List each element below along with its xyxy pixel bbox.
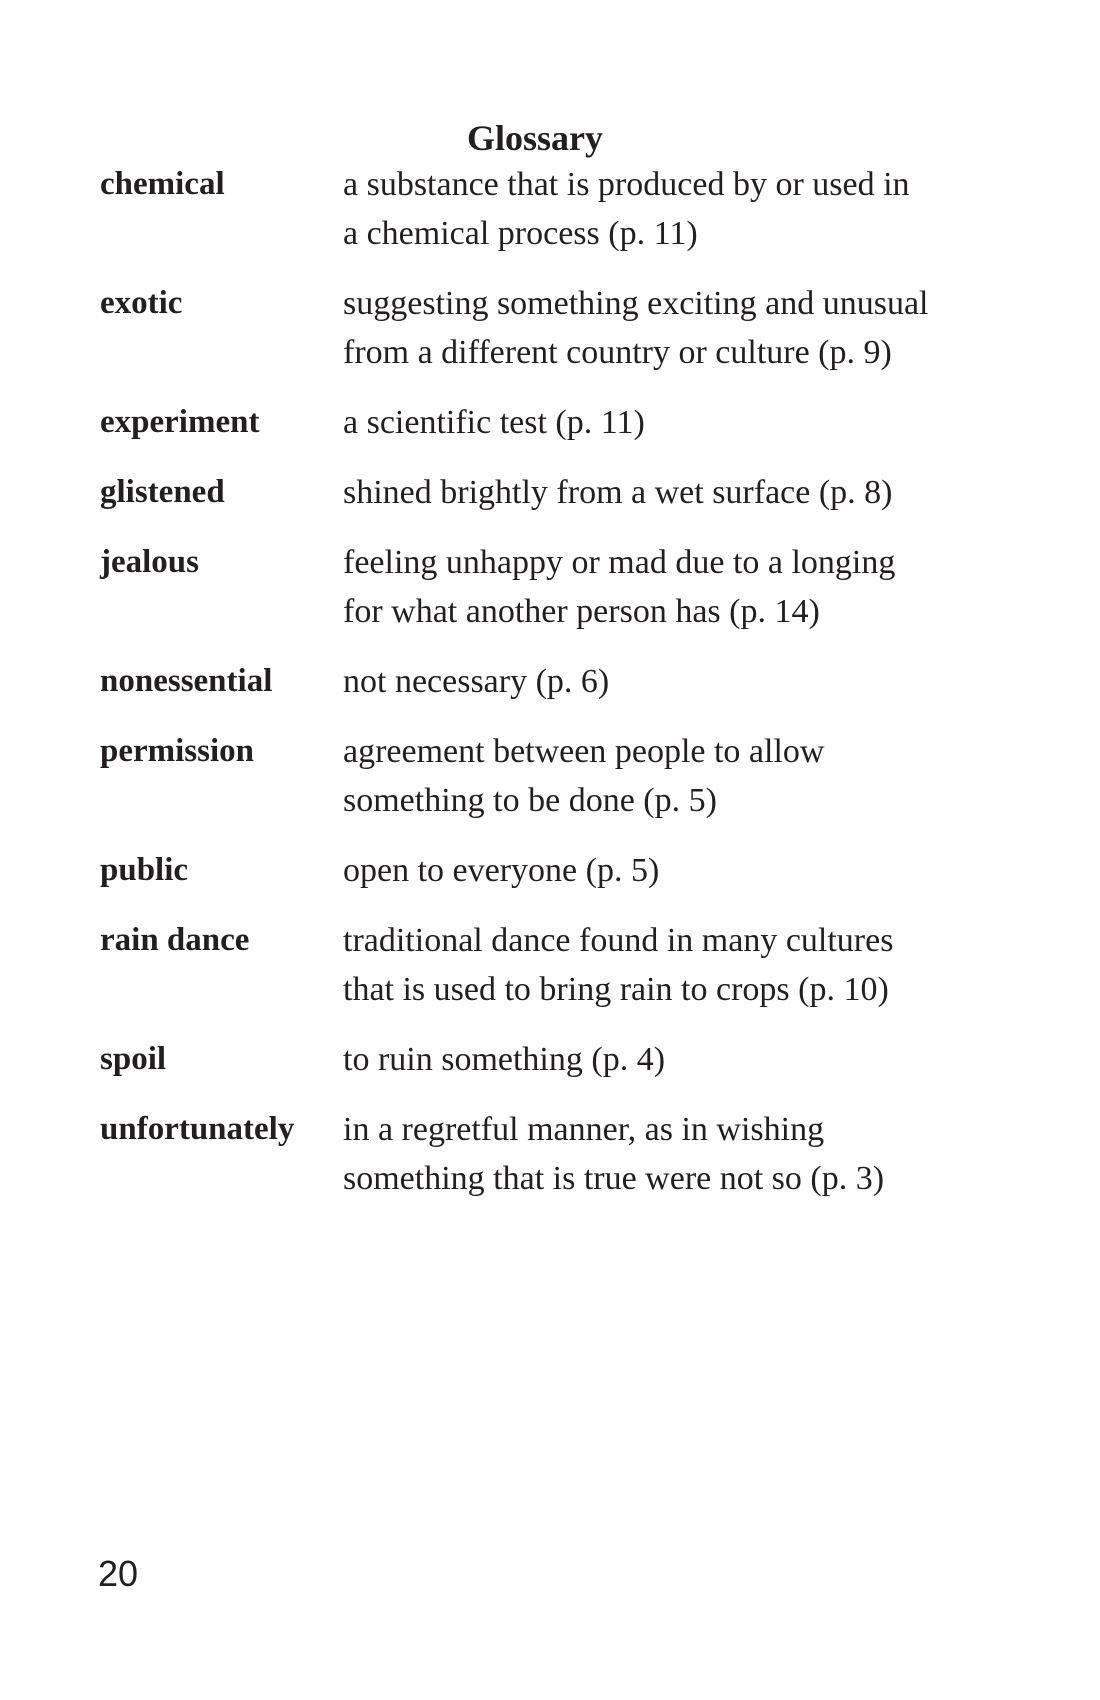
glossary-term: glistened bbox=[100, 474, 225, 510]
glossary-definition: shined brightly from a wet surface (p. 8… bbox=[343, 474, 893, 511]
glossary-definition: suggesting something exciting and unusua… bbox=[343, 285, 929, 371]
glossary-entry: nonessential not necessary (p. 6) bbox=[100, 657, 980, 706]
glossary-entry: chemical a substance that is produced by… bbox=[100, 160, 980, 258]
glossary-term: unfortunately bbox=[100, 1111, 295, 1147]
glossary-entry: jealous feeling unhappy or mad due to a … bbox=[100, 538, 980, 636]
glossary-definition: a scientific test (p. 11) bbox=[343, 404, 645, 441]
glossary-entry: exotic suggesting something exciting and… bbox=[100, 279, 980, 377]
glossary-definition: not necessary (p. 6) bbox=[343, 663, 610, 700]
glossary-definition: open to everyone (p. 5) bbox=[343, 852, 660, 889]
glossary-entry: permission agreement between people to a… bbox=[100, 727, 980, 825]
glossary-term: exotic bbox=[100, 285, 183, 321]
page-number: 20 bbox=[98, 1553, 139, 1594]
glossary-term: rain dance bbox=[100, 922, 250, 958]
glossary-definition: traditional dance found in many cultures… bbox=[343, 922, 894, 1008]
glossary-term: chemical bbox=[100, 166, 225, 202]
glossary-term: nonessential bbox=[100, 663, 273, 699]
glossary-term: public bbox=[100, 852, 189, 888]
glossary-definition: feeling unhappy or mad due to a longing … bbox=[343, 544, 896, 630]
page-title: Glossary bbox=[466, 118, 603, 159]
glossary-entry: glistened shined brightly from a wet sur… bbox=[100, 468, 980, 517]
glossary-list: chemical a substance that is produced by… bbox=[100, 160, 980, 1224]
glossary-term: permission bbox=[100, 733, 255, 769]
glossary-entry: experiment a scientific test (p. 11) bbox=[100, 398, 980, 447]
glossary-entry: rain dance traditional dance found in ma… bbox=[100, 916, 980, 1014]
glossary-term: jealous bbox=[100, 544, 199, 580]
glossary-definition: agreement between people to allow someth… bbox=[343, 733, 825, 819]
glossary-definition: in a regretful manner, as in wishing som… bbox=[343, 1111, 885, 1197]
glossary-entry: spoil to ruin something (p. 4) bbox=[100, 1035, 980, 1084]
glossary-definition: to ruin something (p. 4) bbox=[343, 1041, 666, 1078]
glossary-entry: public open to everyone (p. 5) bbox=[100, 846, 980, 895]
glossary-entry: unfortunately in a regretful manner, as … bbox=[100, 1105, 980, 1203]
glossary-term: spoil bbox=[100, 1041, 167, 1077]
glossary-definition: a substance that is produced by or used … bbox=[343, 166, 910, 252]
glossary-term: experiment bbox=[100, 404, 260, 440]
